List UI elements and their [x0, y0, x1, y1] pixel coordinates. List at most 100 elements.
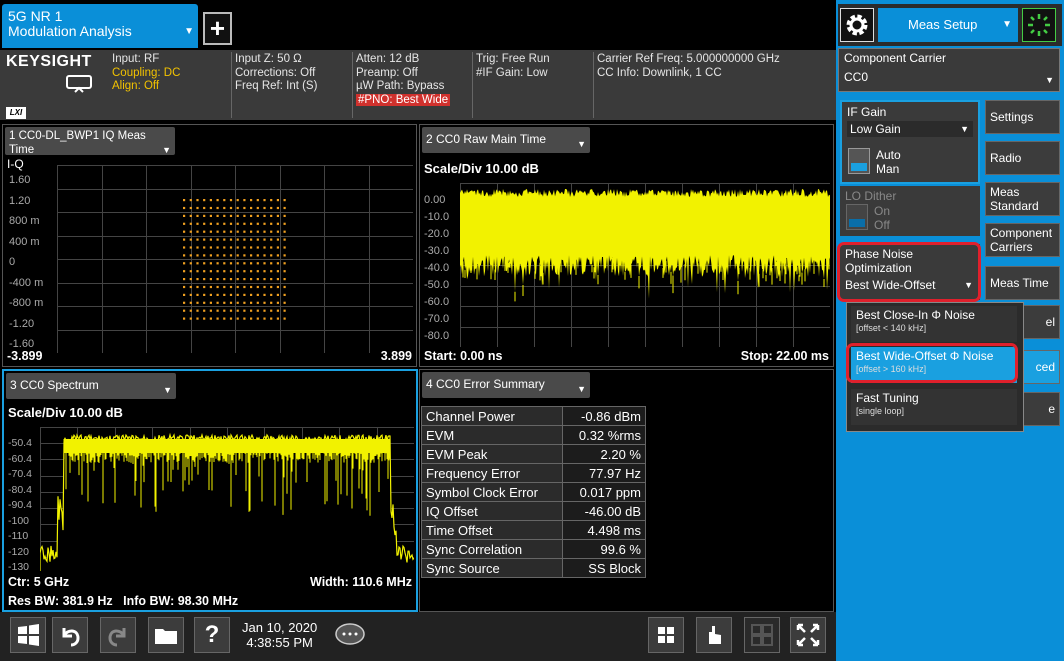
table-row: Sync Source SS Block	[420, 558, 646, 578]
chat-button[interactable]	[334, 622, 366, 648]
chevron-down-icon[interactable]: ▼	[577, 134, 586, 154]
spectrum-window[interactable]: 3 CC0 Spectrum ▼ Scale/Div 10.00 dB -50.…	[2, 369, 418, 612]
maximize-button[interactable]	[790, 617, 826, 653]
measurement-tab[interactable]: 5G NR 1 Modulation Analysis ▼	[2, 4, 198, 48]
chevron-down-icon[interactable]: ▼	[960, 122, 969, 136]
chevron-down-icon[interactable]: ▼	[1002, 8, 1012, 42]
y-tick-label: -40.0	[424, 262, 450, 274]
freq-ref-value: Freq Ref: Int (S)	[235, 80, 318, 92]
multiscreen-button[interactable]	[648, 617, 684, 653]
monitor-icon[interactable]	[66, 75, 92, 93]
meas-setup-menu[interactable]: Meas Setup ▼	[878, 8, 1018, 42]
y-tick-label: -90.4	[8, 499, 32, 511]
table-row: Channel Power -0.86 dBm	[420, 406, 646, 426]
metric-label: Sync Source	[420, 558, 564, 578]
layout-grid-icon	[751, 624, 773, 646]
chevron-down-icon[interactable]: ▼	[577, 379, 586, 399]
y-tick-label: -100	[8, 514, 30, 527]
stop-time-label: Stop: 22.00 ms	[740, 349, 829, 363]
help-button[interactable]: ?	[194, 617, 230, 653]
softkey-radio[interactable]: Radio	[985, 141, 1060, 175]
window-1-title[interactable]: 1 CC0-DL_BWP1 IQ Meas Time ▼	[5, 127, 175, 157]
menu-item-best-close-in[interactable]: Best Close-In Φ Noise [offset < 140 kHz]	[851, 306, 1017, 342]
y-tick-label: -110	[8, 530, 29, 542]
y-tick-label: 1.20	[9, 194, 31, 207]
error-summary-table: Channel Power -0.86 dBm EVM 0.32 %rms EVM Pe…	[420, 406, 646, 578]
tab-dropdown-icon[interactable]: ▼	[184, 24, 194, 39]
spectrum-plot	[40, 427, 414, 573]
layout-button[interactable]	[744, 617, 780, 653]
input-z-info[interactable]: Input Z: 50 Ω Corrections: Off Freq Ref:…	[235, 53, 317, 94]
windows-start-button[interactable]	[10, 617, 46, 653]
trigger-info[interactable]: Trig: Free Run #IF Gain: Low	[476, 53, 550, 80]
softkey-meas-standard[interactable]: Meas Standard	[985, 182, 1060, 216]
softkey-meas-time[interactable]: Meas Time	[985, 266, 1060, 300]
window-2-title[interactable]: 2 CC0 Raw Main Time ▼	[422, 127, 590, 153]
menu-item-subtitle: [offset < 140 kHz]	[856, 323, 927, 333]
if-gain-select[interactable]: Low Gain ▼	[847, 121, 973, 137]
menu-title: Meas Setup	[908, 17, 978, 32]
if-gain-control[interactable]: IF Gain Low Gain ▼ Auto Man	[840, 100, 980, 184]
softkey-settings[interactable]: Settings	[985, 100, 1060, 134]
y-tick-label: 1.60	[9, 174, 31, 186]
y-tick-label: 400 m	[9, 235, 40, 248]
softkey-component-carriers[interactable]: Component Carriers	[985, 223, 1060, 257]
y-tick-label: -70.4	[8, 468, 32, 480]
menu-item-fast-tuning[interactable]: Fast Tuning [single loop]	[851, 389, 1017, 425]
if-gain-value: #IF Gain: Low	[476, 66, 548, 79]
redo-button[interactable]	[100, 617, 136, 653]
chevron-down-icon[interactable]: ▼	[1045, 73, 1054, 88]
metric-label: Channel Power	[420, 406, 564, 426]
input-value: Input: RF	[112, 53, 160, 65]
gear-icon	[846, 14, 868, 36]
table-row: Sync Correlation 99.6 %	[420, 539, 646, 559]
width-label: Width: 110.6 MHz	[310, 575, 412, 589]
touch-button[interactable]	[696, 617, 732, 653]
metric-label: Symbol Clock Error	[420, 482, 564, 502]
file-button[interactable]	[148, 617, 184, 653]
chevron-down-icon[interactable]: ▼	[162, 143, 171, 157]
raw-main-time-window[interactable]: 2 CC0 Raw Main Time ▼ Scale/Div 10.00 dB…	[419, 124, 834, 367]
x-min-label: -3.899	[7, 349, 43, 363]
start-time-label: Start: 0.00 ns	[424, 349, 503, 363]
carrier-ref-freq-value: Carrier Ref Freq: 5.000000000 GHz	[597, 53, 780, 65]
auto-man-toggle[interactable]	[848, 148, 870, 174]
y-tick-label: -80.4	[8, 483, 32, 496]
iq-constellation-window[interactable]: 1 CC0-DL_BWP1 IQ Meas Time ▼ I-Q 1.60 1.2…	[2, 124, 417, 367]
y-tick-label: -1.20	[9, 317, 35, 330]
carrier-info[interactable]: Carrier Ref Freq: 5.000000000 GHz CC Inf…	[597, 53, 780, 80]
spinner-icon	[1028, 14, 1050, 36]
window-3-title[interactable]: 3 CC0 Spectrum ▼	[6, 373, 176, 399]
window-4-title-text: 4 CC0 Error Summary	[426, 377, 545, 391]
metric-value: SS Block	[562, 558, 646, 578]
chat-bubble-icon	[335, 623, 365, 645]
y-tick-label: -30.0	[424, 245, 450, 257]
settings-gear-button[interactable]	[840, 8, 874, 42]
scale-label: Scale/Div 10.00 dB	[424, 161, 539, 176]
y-tick-label: -50.0	[424, 279, 450, 291]
undo-button[interactable]	[52, 617, 88, 653]
windows-icon	[18, 624, 39, 646]
if-gain-label: IF Gain	[847, 105, 887, 119]
y-tick-label: -80.0	[424, 330, 450, 342]
corrections-value: Corrections: Off	[235, 66, 316, 79]
align-value: Align: Off	[112, 80, 160, 92]
component-carrier-select[interactable]: Component Carrier CC0 ▼	[838, 48, 1060, 92]
atten-value: Atten: 12 dB	[356, 53, 420, 65]
date-time: Jan 10, 2020 4:38:55 PM	[242, 620, 317, 650]
chevron-down-icon[interactable]: ▼	[163, 380, 172, 400]
res-bw-label: Res BW: 381.9 Hz	[8, 594, 113, 608]
highlight-annotation	[837, 242, 981, 302]
lo-dither-toggle[interactable]	[846, 204, 868, 230]
window-4-title[interactable]: 4 CC0 Error Summary ▼	[422, 372, 590, 398]
y-tick-label: -60.0	[424, 296, 450, 308]
x-max-label: 3.899	[380, 349, 412, 363]
lo-dither-control[interactable]: LO Dither On Off	[840, 186, 980, 236]
grid-dots-icon	[658, 627, 674, 643]
uw-path-value: µW Path: Bypass	[356, 80, 445, 92]
window-2-title-text: 2 CC0 Raw Main Time	[426, 132, 547, 146]
input-info[interactable]: Input: RF Coupling: DC Align: Off	[112, 53, 180, 94]
table-row: EVM Peak 2.20 %	[420, 444, 646, 464]
attenuation-info[interactable]: Atten: 12 dB Preamp: Off µW Path: Bypass…	[356, 53, 451, 107]
add-screen-button[interactable]: +	[203, 12, 232, 45]
